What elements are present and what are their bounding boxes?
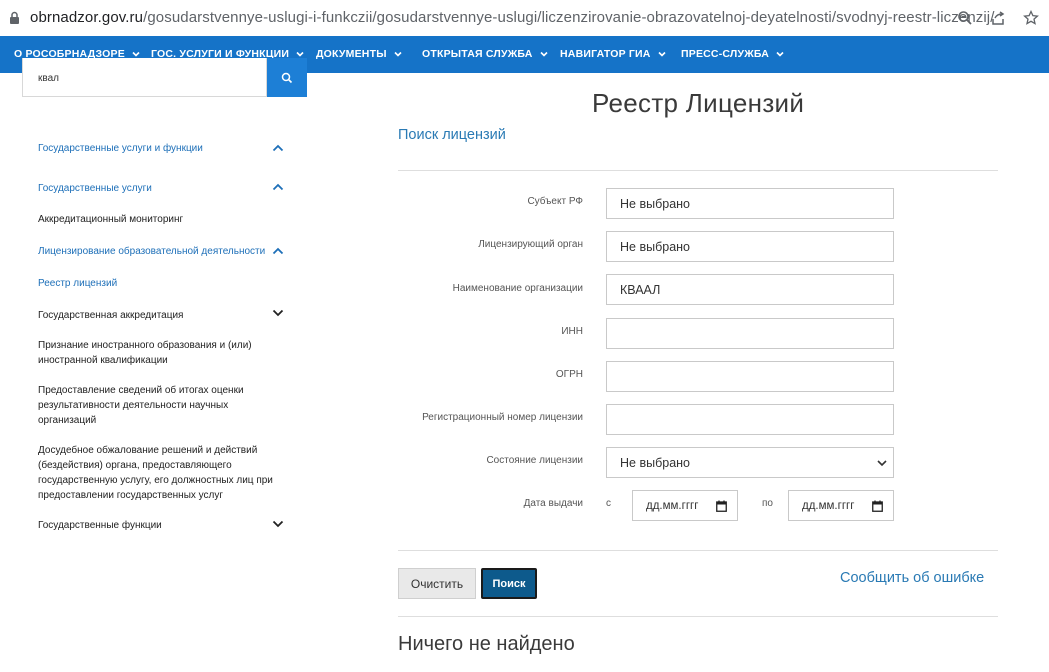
chevron-down-icon — [877, 460, 887, 467]
url-text[interactable]: obrnadzor.gov.ru/gosudarstvennye-uslugi-… — [30, 9, 995, 26]
status-select[interactable]: Не выбрано — [606, 447, 894, 478]
regnum-input[interactable] — [606, 404, 894, 435]
authority-select[interactable]: Не выбрано — [606, 231, 894, 262]
divider — [398, 550, 998, 551]
organization-label: Наименование организации — [452, 283, 583, 294]
organization-input[interactable]: КВААЛ — [606, 274, 894, 305]
nav-item-open-service[interactable]: ОТКРЫТАЯ СЛУЖБА — [422, 48, 548, 60]
authority-label: Лицензирующий орган — [478, 239, 583, 250]
sidebar-item-state-accreditation[interactable]: Государственная аккредитация — [38, 308, 274, 323]
nav-item-label: НАВИГАТОР ГИА — [560, 48, 651, 60]
calendar-icon[interactable] — [872, 500, 883, 512]
zoom-icon[interactable] — [955, 8, 975, 28]
search-button[interactable] — [267, 58, 307, 97]
chevron-down-icon — [296, 51, 304, 57]
report-error-link[interactable]: Сообщить об ошибке — [840, 570, 984, 586]
chevron-down-icon[interactable] — [272, 309, 284, 317]
chevron-up-icon[interactable] — [272, 247, 284, 255]
browser-address-bar[interactable]: obrnadzor.gov.ru/gosudarstvennye-uslugi-… — [0, 0, 1049, 36]
search-submit-button[interactable]: Поиск — [481, 568, 537, 599]
nav-item-press[interactable]: ПРЕСС-СЛУЖБА — [681, 48, 784, 60]
status-label: Состояние лицензии — [486, 455, 583, 466]
status-select-value: Не выбрано — [620, 455, 690, 470]
date-to-placeholder: дд.мм.гггг — [802, 499, 855, 512]
date-to-input[interactable]: дд.мм.гггг — [788, 490, 894, 521]
url-host: obrnadzor.gov.ru — [30, 9, 144, 26]
divider — [398, 170, 998, 171]
lock-icon[interactable] — [9, 11, 20, 25]
chevron-down-icon[interactable] — [272, 520, 284, 528]
nav-item-gia-navigator[interactable]: НАВИГАТОР ГИА — [560, 48, 666, 60]
page-title: Реестр Лицензий — [592, 88, 805, 118]
url-path: /gosudarstvennye-uslugi-i-funkczii/gosud… — [143, 9, 995, 26]
ogrn-label: ОГРН — [555, 369, 583, 380]
date-from-placeholder: дд.мм.гггг — [646, 499, 699, 512]
sidebar-item-licensing[interactable]: Лицензирование образовательной деятельно… — [38, 244, 274, 259]
chevron-down-icon — [658, 51, 666, 57]
bookmark-star-icon[interactable] — [1021, 8, 1041, 28]
sidebar-item-services-functions[interactable]: Государственные услуги и функции — [38, 141, 274, 156]
share-icon[interactable] — [988, 8, 1008, 28]
chevron-down-icon — [132, 51, 140, 57]
chevron-up-icon[interactable] — [272, 144, 284, 152]
sidebar-item-gov-functions[interactable]: Государственные функции — [38, 518, 274, 533]
calendar-icon[interactable] — [716, 500, 727, 512]
sidebar-item-accreditation-monitoring[interactable]: Аккредитационный мониторинг — [38, 212, 274, 227]
date-to-label: по — [762, 498, 773, 509]
chevron-down-icon — [776, 51, 784, 57]
sidebar-item-gov-services[interactable]: Государственные услуги — [38, 181, 274, 196]
chevron-up-icon[interactable] — [272, 183, 284, 191]
nav-item-label: ДОКУМЕНТЫ — [316, 48, 387, 60]
ogrn-input[interactable] — [606, 361, 894, 392]
divider — [398, 616, 998, 617]
sidebar-item-foreign-education[interactable]: Признание иностранного образования и (ил… — [38, 338, 274, 368]
no-results-text: Ничего не найдено — [398, 633, 575, 655]
sidebar-item-science-evaluation[interactable]: Предоставление сведений об итогах оценки… — [38, 383, 274, 428]
chevron-down-icon — [394, 51, 402, 57]
sidebar-item-pretrial-appeal[interactable]: Досудебное обжалование решений и действи… — [38, 443, 274, 503]
issue-date-label: Дата выдачи — [523, 498, 583, 509]
search-icon — [281, 72, 293, 83]
subject-select[interactable]: Не выбрано — [606, 188, 894, 219]
nav-item-label: ПРЕСС-СЛУЖБА — [681, 48, 770, 60]
regnum-label: Регистрационный номер лицензии — [422, 412, 583, 423]
sidebar-item-license-registry[interactable]: Реестр лицензий — [38, 276, 274, 291]
subject-label: Субъект РФ — [527, 196, 583, 207]
nav-item-documents[interactable]: ДОКУМЕНТЫ — [316, 48, 402, 60]
chevron-down-icon — [539, 51, 548, 57]
nav-item-label: ОТКРЫТАЯ СЛУЖБА — [422, 48, 533, 60]
inn-label: ИНН — [561, 326, 583, 337]
date-from-label: с — [606, 498, 611, 509]
license-search-link[interactable]: Поиск лицензий — [398, 127, 506, 143]
search-input[interactable]: квал — [22, 58, 267, 97]
clear-button[interactable]: Очистить — [398, 568, 476, 599]
inn-input[interactable] — [606, 318, 894, 349]
date-from-input[interactable]: дд.мм.гггг — [632, 490, 738, 521]
site-search: квал — [22, 58, 307, 97]
